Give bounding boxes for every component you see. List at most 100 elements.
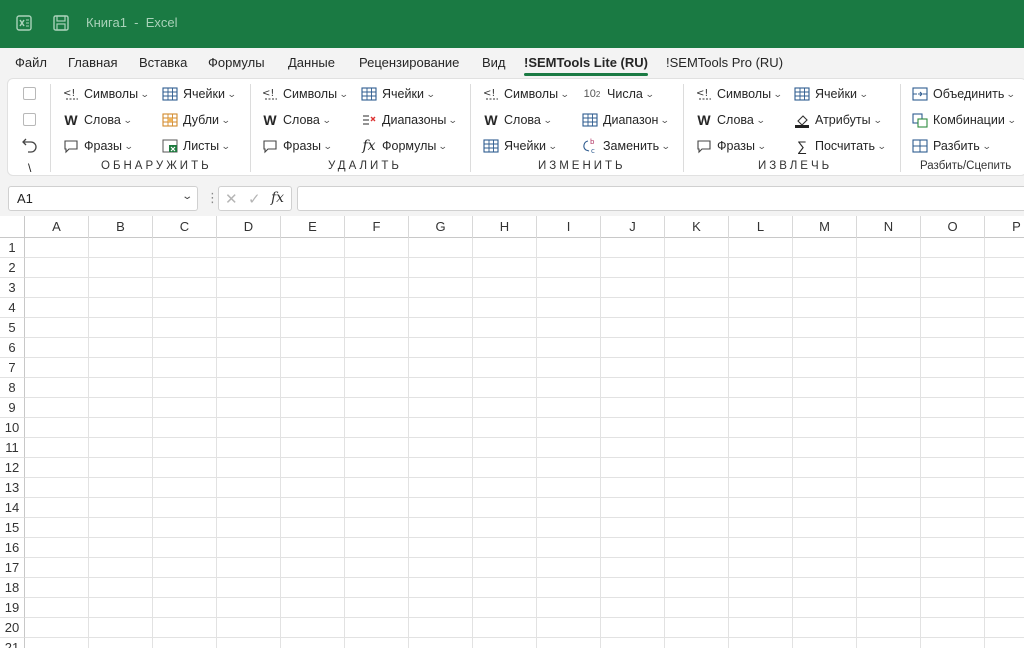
name-box[interactable]: A1 ⌄ <box>8 186 198 211</box>
gridline-horizontal <box>25 277 1024 278</box>
undo-icon[interactable] <box>21 135 39 158</box>
split-button[interactable]: Разбить ⌄ <box>912 135 991 157</box>
row-header-1[interactable]: 1 <box>0 238 25 258</box>
word-w-icon: W <box>263 112 277 128</box>
column-header-c[interactable]: C <box>153 216 217 238</box>
extract-attributes-button[interactable]: Атрибуты ⌄ <box>794 109 882 131</box>
row-header-12[interactable]: 12 <box>0 458 25 478</box>
cancel-icon[interactable]: ✕ <box>225 190 238 208</box>
change-words-button[interactable]: W Слова ⌄ <box>483 109 552 131</box>
chevron-down-icon: ⌄ <box>448 114 459 125</box>
row-header-8[interactable]: 8 <box>0 378 25 398</box>
row-header-9[interactable]: 9 <box>0 398 25 418</box>
find-words-button[interactable]: W Слова ⌄ <box>63 109 132 131</box>
find-phrases-button[interactable]: Фразы ⌄ <box>63 135 134 157</box>
checkbox-2[interactable] <box>23 113 36 126</box>
tab-formulas[interactable]: Формулы <box>208 55 265 70</box>
column-header-e[interactable]: E <box>281 216 345 238</box>
tab-file[interactable]: Файл <box>15 55 47 70</box>
column-header-p[interactable]: P <box>985 216 1024 238</box>
column-header-j[interactable]: J <box>601 216 665 238</box>
column-header-i[interactable]: I <box>537 216 601 238</box>
remove-symbols-label: Символы <box>283 87 338 101</box>
extract-words-button[interactable]: W Слова ⌄ <box>696 109 766 131</box>
gridline-horizontal <box>25 577 1024 578</box>
row-header-20[interactable]: 20 <box>0 618 25 638</box>
tab-semtools-lite[interactable]: !SEMTools Lite (RU) <box>524 55 648 76</box>
gridline-horizontal <box>25 517 1024 518</box>
change-cells-button[interactable]: Ячейки ⌄ <box>483 135 558 157</box>
checkbox-1[interactable] <box>23 87 36 100</box>
extract-phrases-button[interactable]: Фразы ⌄ <box>696 135 767 157</box>
extract-cells-button[interactable]: Ячейки ⌄ <box>794 83 869 105</box>
combinations-button[interactable]: Комбинации ⌄ <box>912 109 1016 131</box>
extract-count-button[interactable]: ∑ Посчитать ⌄ <box>794 135 887 157</box>
column-header-d[interactable]: D <box>217 216 281 238</box>
excel-app-icon[interactable] <box>14 13 34 33</box>
tab-home[interactable]: Главная <box>68 55 117 70</box>
gridline-vertical <box>536 238 537 648</box>
gridline-vertical <box>920 238 921 648</box>
tab-review[interactable]: Рецензирование <box>359 55 459 70</box>
find-duplicates-button[interactable]: Дубли ⌄ <box>162 109 231 131</box>
row-header-15[interactable]: 15 <box>0 518 25 538</box>
select-all-corner[interactable] <box>0 216 25 238</box>
column-header-g[interactable]: G <box>409 216 473 238</box>
column-header-l[interactable]: L <box>729 216 793 238</box>
change-symbols-button[interactable]: <! Символы ⌄ <box>483 83 570 105</box>
remove-phrases-button[interactable]: Фразы ⌄ <box>262 135 333 157</box>
merge-button[interactable]: Объединить ⌄ <box>912 83 1016 105</box>
save-icon[interactable] <box>51 13 71 33</box>
row-header-6[interactable]: 6 <box>0 338 25 358</box>
row-header-13[interactable]: 13 <box>0 478 25 498</box>
extract-words-label: Слова <box>717 113 754 127</box>
remove-symbols-button[interactable]: <! Символы ⌄ <box>262 83 349 105</box>
remove-cells-button[interactable]: Ячейки ⌄ <box>361 83 436 105</box>
insert-function-icon[interactable]: fx <box>271 190 284 206</box>
row-header-4[interactable]: 4 <box>0 298 25 318</box>
column-header-o[interactable]: O <box>921 216 985 238</box>
enter-icon[interactable]: ✓ <box>248 190 261 208</box>
tab-data[interactable]: Данные <box>288 55 335 70</box>
find-symbols-button[interactable]: <! Символы ⌄ <box>63 83 150 105</box>
row-header-11[interactable]: 11 <box>0 438 25 458</box>
remove-formulas-button[interactable]: fx Формулы ⌄ <box>361 135 448 157</box>
row-header-21[interactable]: 21 <box>0 638 25 648</box>
column-header-m[interactable]: M <box>793 216 857 238</box>
chevron-down-icon[interactable]: ⌄ <box>181 191 193 202</box>
row-header-2[interactable]: 2 <box>0 258 25 278</box>
row-header-19[interactable]: 19 <box>0 598 25 618</box>
change-numbers-button[interactable]: 10 2 Числа ⌄ <box>582 83 655 105</box>
column-header-f[interactable]: F <box>345 216 409 238</box>
find-sheets-button[interactable]: Листы ⌄ <box>162 135 231 157</box>
chevron-down-icon: ⌄ <box>547 140 558 151</box>
remove-ranges-button[interactable]: Диапазоны ⌄ <box>361 109 459 131</box>
row-header-17[interactable]: 17 <box>0 558 25 578</box>
find-phrases-label: Фразы <box>84 139 122 153</box>
gridline-vertical <box>728 238 729 648</box>
find-cells-button[interactable]: Ячейки ⌄ <box>162 83 237 105</box>
row-header-10[interactable]: 10 <box>0 418 25 438</box>
tab-semtools-pro[interactable]: !SEMTools Pro (RU) <box>666 55 783 70</box>
tab-insert[interactable]: Вставка <box>139 55 187 70</box>
symbols-icon: <! <box>262 86 278 102</box>
extract-symbols-button[interactable]: <! Символы ⌄ <box>696 83 783 105</box>
column-header-h[interactable]: H <box>473 216 537 238</box>
column-header-n[interactable]: N <box>857 216 921 238</box>
formula-input[interactable] <box>297 186 1024 211</box>
row-header-18[interactable]: 18 <box>0 578 25 598</box>
spreadsheet-grid[interactable]: ABCDEFGHIJKLMNOP 1 2 3 4 5 6 7 8 9 10 11 12 13 14 15 16… <box>0 216 1024 648</box>
column-header-k[interactable]: K <box>665 216 729 238</box>
remove-words-button[interactable]: W Слова ⌄ <box>262 109 331 131</box>
column-header-b[interactable]: B <box>89 216 153 238</box>
column-header-a[interactable]: A <box>25 216 89 238</box>
row-header-16[interactable]: 16 <box>0 538 25 558</box>
row-header-7[interactable]: 7 <box>0 358 25 378</box>
chevron-down-icon: ⌄ <box>755 114 766 125</box>
row-header-14[interactable]: 14 <box>0 498 25 518</box>
row-header-3[interactable]: 3 <box>0 278 25 298</box>
row-header-5[interactable]: 5 <box>0 318 25 338</box>
change-range-button[interactable]: Диапазон ⌄ <box>582 109 670 131</box>
tab-view[interactable]: Вид <box>482 55 506 70</box>
change-replace-button[interactable]: bc Заменить ⌄ <box>582 135 671 157</box>
